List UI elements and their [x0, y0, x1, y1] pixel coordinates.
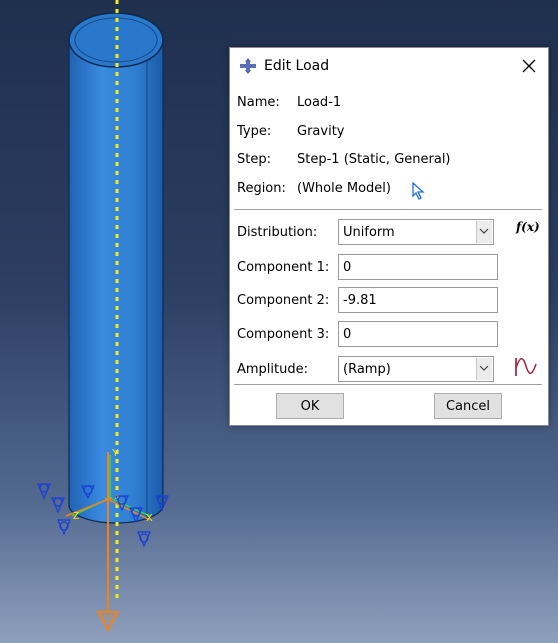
separator-top — [234, 209, 542, 210]
amplitude-selected-value: (Ramp) — [343, 362, 391, 377]
chevron-down-icon[interactable] — [476, 358, 492, 380]
separator-bottom — [234, 384, 542, 385]
close-icon[interactable] — [520, 57, 538, 75]
axis-label-z: Z — [73, 511, 79, 522]
cylinder-part[interactable] — [68, 12, 164, 524]
distribution-label: Distribution: — [237, 225, 318, 240]
bc-marker-left-3 — [57, 519, 71, 536]
dialog-title: Edit Load — [264, 58, 330, 74]
type-label: Type: — [237, 124, 272, 139]
distribution-select[interactable]: Uniform — [338, 219, 494, 245]
amplitude-select[interactable]: (Ramp) — [338, 356, 494, 382]
create-amplitude-icon[interactable] — [514, 356, 538, 378]
fx-expression-button[interactable]: f(x) — [516, 220, 540, 234]
component2-field[interactable] — [338, 287, 498, 313]
cancel-button[interactable]: Cancel — [434, 393, 502, 419]
name-label: Name: — [237, 95, 280, 110]
axis-label-y: Y — [112, 448, 119, 459]
select-region-arrow-icon[interactable] — [411, 182, 425, 200]
name-value: Load-1 — [297, 95, 342, 110]
step-label: Step: — [237, 152, 271, 167]
bc-marker-left-1 — [37, 483, 51, 500]
bc-marker-left-2 — [51, 497, 65, 514]
component3-label: Component 3: — [237, 327, 330, 342]
edit-load-dialog: Edit Load Name: Load-1 Type: Gravity Ste… — [229, 47, 549, 426]
dialog-titlebar[interactable]: Edit Load — [230, 48, 548, 84]
step-value: Step-1 (Static, General) — [297, 152, 451, 167]
type-value: Gravity — [297, 124, 345, 139]
region-value: (Whole Model) — [297, 181, 391, 196]
region-label: Region: — [237, 181, 286, 196]
load-gear-icon — [240, 58, 256, 74]
axis-label-x: X — [146, 513, 153, 524]
bc-marker-right-3 — [137, 531, 151, 548]
component1-label: Component 1: — [237, 260, 330, 275]
amplitude-label: Amplitude: — [237, 362, 308, 377]
component2-label: Component 2: — [237, 293, 330, 308]
component3-field[interactable] — [338, 321, 498, 347]
chevron-down-icon[interactable] — [476, 221, 492, 243]
component1-field[interactable] — [338, 254, 498, 280]
distribution-selected-value: Uniform — [343, 225, 395, 240]
ok-button[interactable]: OK — [276, 393, 344, 419]
